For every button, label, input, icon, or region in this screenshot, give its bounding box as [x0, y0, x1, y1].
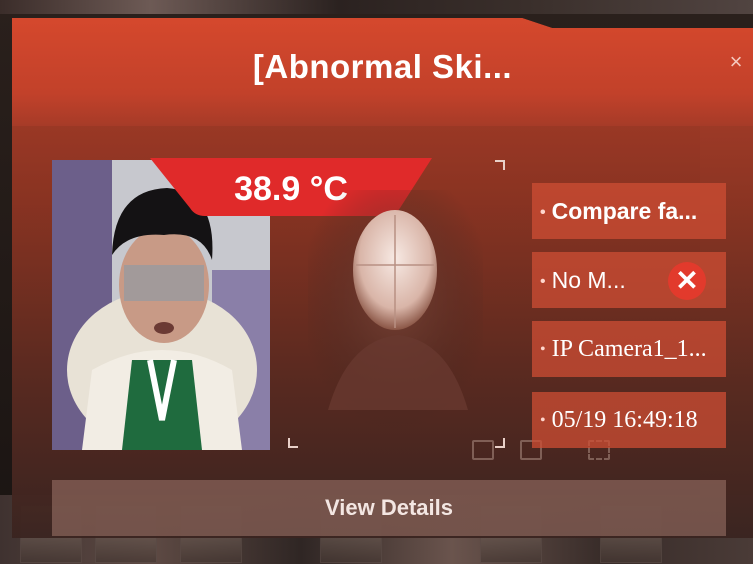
close-circle-icon: ✕: [668, 262, 706, 300]
info-mask-text: No M...: [551, 267, 626, 293]
info-camera-text: IP Camera1_1...: [551, 336, 707, 362]
frame-corner: [288, 438, 298, 448]
compare-icon[interactable]: [472, 440, 494, 460]
view-details-button[interactable]: View Details: [52, 480, 726, 536]
bullet: •: [540, 412, 546, 430]
bullet: •: [540, 203, 546, 221]
background-top-strip: [0, 0, 753, 14]
bullet: •: [540, 272, 546, 290]
face-silhouette-icon: [308, 190, 483, 430]
face-placeholder-region: [288, 160, 503, 450]
info-timestamp: • 05/19 16:49:18: [532, 392, 726, 448]
popup-title: [Abnormal Ski...: [252, 48, 513, 85]
info-compare-text: Compare fa...: [551, 198, 698, 224]
info-timestamp-text: 05/19 16:49:18: [551, 407, 698, 433]
bullet: •: [540, 341, 546, 359]
frame-corner: [495, 160, 505, 170]
info-camera-name: • IP Camera1_1...: [532, 321, 726, 377]
close-button[interactable]: ×: [726, 51, 746, 73]
frame-corner: [495, 438, 505, 448]
background-application: [Abnormal Ski... × 38.9 °C • Compare fa.…: [0, 0, 753, 564]
info-compare-result: • Compare fa...: [532, 183, 726, 239]
